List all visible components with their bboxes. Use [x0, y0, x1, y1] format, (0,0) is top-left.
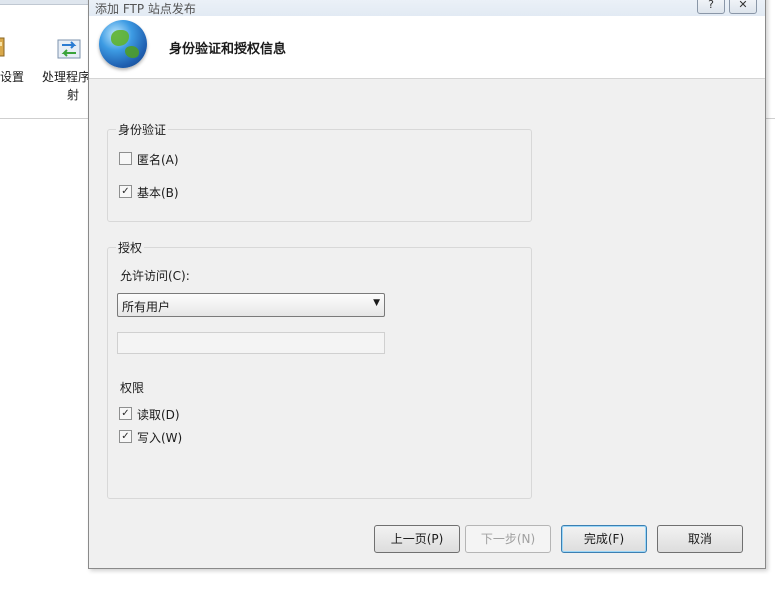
handler-mappings-label-line1: 处理程序: [42, 70, 91, 84]
dialog-title: 添加 FTP 站点发布: [95, 2, 196, 16]
wizard-header: 身份验证和授权信息: [89, 16, 765, 79]
next-button[interactable]: 下一步(N): [465, 525, 551, 553]
permissions-label: 权限: [120, 381, 145, 395]
read-checkbox[interactable]: ✓: [119, 407, 132, 420]
chevron-down-icon: ▼: [373, 298, 380, 308]
background-title-strip: [0, 0, 88, 5]
page-title: 身份验证和授权信息: [169, 42, 287, 57]
basic-checkbox[interactable]: ✓: [119, 185, 132, 198]
help-button[interactable]: ?: [697, 0, 725, 14]
globe-icon: [99, 20, 147, 68]
settings-icon: [0, 37, 5, 57]
basic-label[interactable]: 基本(B): [137, 184, 179, 201]
allow-access-label: 允许访问(C):: [120, 269, 190, 283]
handler-mappings-label-line2: 射: [67, 88, 80, 102]
finish-button[interactable]: 完成(F): [561, 525, 647, 553]
cancel-button[interactable]: 取消: [657, 525, 743, 553]
close-icon: ✕: [738, 0, 748, 11]
users-roles-field: [117, 332, 385, 354]
authentication-group: 身份验证: [107, 121, 532, 222]
anonymous-checkbox[interactable]: [119, 152, 132, 165]
read-label[interactable]: 读取(D): [137, 406, 180, 423]
help-icon: ?: [708, 0, 714, 11]
allow-access-select[interactable]: 所有用户 ▼: [117, 293, 385, 317]
handler-mappings-icon: [57, 39, 81, 59]
allow-access-value: 所有用户: [122, 300, 171, 314]
write-checkbox[interactable]: ✓: [119, 430, 132, 443]
write-label[interactable]: 写入(W): [137, 429, 182, 446]
authentication-legend: 身份验证: [116, 121, 169, 138]
add-ftp-site-dialog: 添加 FTP 站点发布 ? ✕ 身份验证和授权信息 身份验证 匿名(A) ✓ 基…: [88, 0, 766, 569]
anonymous-label[interactable]: 匿名(A): [137, 151, 179, 168]
authorization-legend: 授权: [116, 239, 145, 256]
close-button[interactable]: ✕: [729, 0, 757, 14]
previous-button[interactable]: 上一页(P): [374, 525, 460, 553]
settings-tool-label: 设置: [0, 70, 25, 84]
authorization-group: 授权: [107, 239, 532, 499]
